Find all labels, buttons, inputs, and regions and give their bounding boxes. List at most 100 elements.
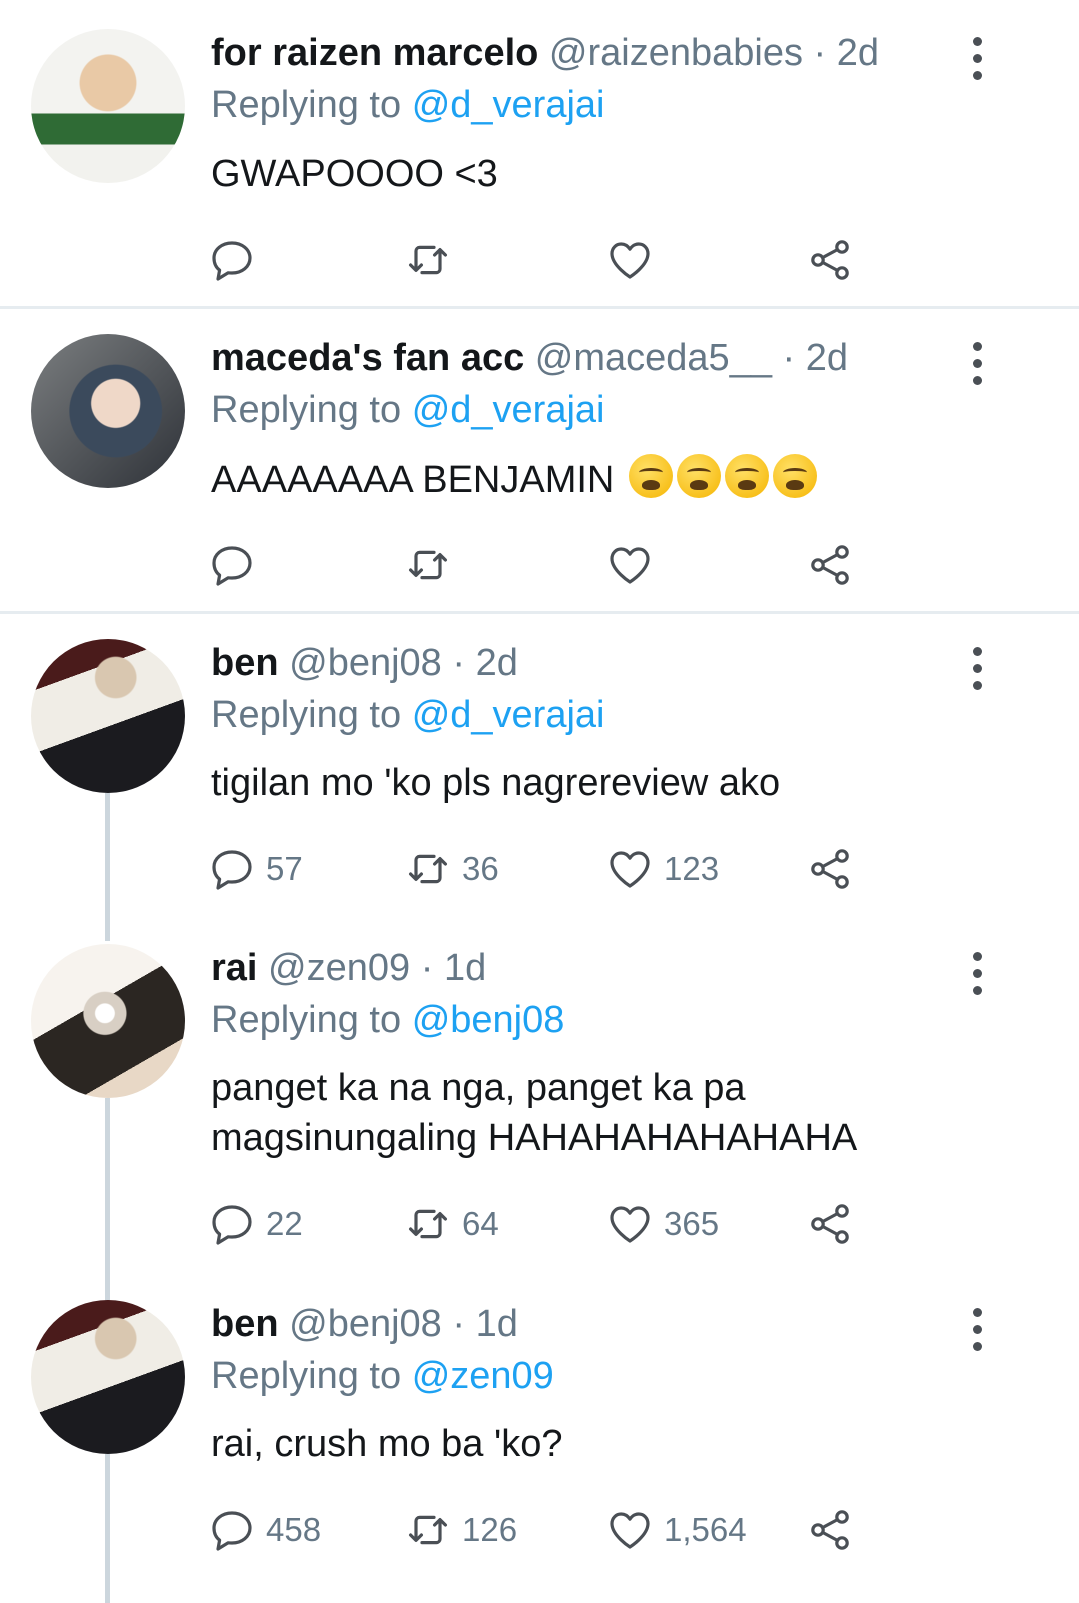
reply-icon <box>212 1205 252 1245</box>
replying-to: Replying to @benj08 <box>211 999 564 1042</box>
timestamp[interactable]: 2d <box>837 32 879 74</box>
replying-to-handle[interactable]: @d_verajai <box>412 84 605 126</box>
share-button[interactable] <box>806 1505 854 1555</box>
separator-dot: · <box>452 1303 466 1345</box>
like-button[interactable]: 365 <box>606 1199 719 1249</box>
reply-icon <box>212 546 252 586</box>
share-icon <box>811 240 849 280</box>
like-button[interactable]: 1,564 <box>606 1505 747 1555</box>
retweet-button[interactable]: 126 <box>404 1505 517 1555</box>
replying-to-label: Replying to <box>211 389 402 431</box>
share-button[interactable] <box>806 844 854 894</box>
like-button[interactable] <box>606 540 664 590</box>
replying-to: Replying to @d_verajai <box>211 84 604 127</box>
replying-to: Replying to @d_verajai <box>211 694 604 737</box>
replying-to-handle[interactable]: @d_verajai <box>412 389 605 431</box>
share-icon <box>811 1204 849 1244</box>
reply-count: 22 <box>266 1205 303 1242</box>
reply-button[interactable]: 458 <box>208 1505 321 1555</box>
tweet[interactable]: rai @zen09 · 1d Replying to @benj08 pang… <box>0 919 1079 1275</box>
timestamp[interactable]: 1d <box>444 947 486 989</box>
avatar[interactable] <box>31 29 185 183</box>
replying-to: Replying to @zen09 <box>211 1355 554 1398</box>
like-count: 365 <box>664 1205 720 1242</box>
retweet-button[interactable]: 64 <box>404 1199 499 1249</box>
display-name[interactable]: ben <box>211 642 279 684</box>
like-button[interactable]: 123 <box>606 844 719 894</box>
tweet-header: maceda's fan acc @maceda5__ · 2d <box>211 337 848 380</box>
timestamp[interactable]: 2d <box>476 642 518 684</box>
tweet[interactable]: maceda's fan acc @maceda5__ · 2d Replyin… <box>0 310 1079 612</box>
reply-icon <box>212 241 252 281</box>
separator-dot: · <box>452 642 466 684</box>
tweet-text: rai, crush mo ba 'ko? <box>211 1423 563 1465</box>
share-button[interactable] <box>806 1199 854 1249</box>
retweet-icon <box>409 1515 447 1545</box>
user-handle[interactable]: @raizenbabies <box>549 32 803 74</box>
retweet-count: 126 <box>462 1511 518 1548</box>
retweet-button[interactable] <box>404 540 462 590</box>
display-name[interactable]: maceda's fan acc <box>211 337 524 379</box>
avatar[interactable] <box>31 1300 185 1454</box>
action-bar: 57 36 123 <box>208 844 908 894</box>
like-count: 123 <box>664 850 720 887</box>
retweet-icon <box>409 550 447 580</box>
share-icon <box>811 849 849 889</box>
display-name[interactable]: rai <box>211 947 257 989</box>
weary-face-emoji <box>628 454 673 498</box>
reply-button[interactable]: 22 <box>208 1199 303 1249</box>
user-handle[interactable]: @benj08 <box>289 642 442 684</box>
heart-icon <box>610 1206 650 1243</box>
reply-icon <box>212 1511 252 1551</box>
action-bar: 22 64 365 <box>208 1199 908 1249</box>
avatar[interactable] <box>31 944 185 1098</box>
timestamp[interactable]: 1d <box>476 1303 518 1345</box>
more-options-icon[interactable] <box>969 37 985 88</box>
more-options-icon[interactable] <box>969 1308 985 1359</box>
replying-to-label: Replying to <box>211 999 402 1041</box>
timestamp[interactable]: 2d <box>806 337 848 379</box>
retweet-button[interactable] <box>404 235 462 285</box>
tweet-header: ben @benj08 · 2d <box>211 642 518 685</box>
retweet-count: 36 <box>462 850 499 887</box>
tweet[interactable]: for raizen marcelo @raizenbabies · 2d Re… <box>0 0 1079 308</box>
like-button[interactable] <box>606 235 664 285</box>
tweet-header: ben @benj08 · 1d <box>211 1303 518 1346</box>
replying-to-handle[interactable]: @benj08 <box>412 999 565 1041</box>
display-name[interactable]: for raizen marcelo <box>211 32 538 74</box>
replying-to: Replying to @d_verajai <box>211 389 604 432</box>
display-name[interactable]: ben <box>211 1303 279 1345</box>
action-bar <box>208 235 908 285</box>
separator-dot: · <box>420 947 434 989</box>
retweet-icon <box>409 245 447 275</box>
replying-to-handle[interactable]: @d_verajai <box>412 694 605 736</box>
user-handle[interactable]: @maceda5__ <box>535 337 772 379</box>
reply-button[interactable] <box>208 235 266 285</box>
avatar[interactable] <box>31 639 185 793</box>
user-handle[interactable]: @benj08 <box>289 1303 442 1345</box>
reply-count: 57 <box>266 850 303 887</box>
avatar[interactable] <box>31 334 185 488</box>
tweet[interactable]: ben @benj08 · 2d Replying to @d_verajai … <box>0 614 1079 919</box>
action-bar: 458 126 1,564 <box>208 1505 908 1555</box>
more-options-icon[interactable] <box>969 952 985 1003</box>
reply-button[interactable] <box>208 540 266 590</box>
retweet-button[interactable]: 36 <box>404 844 499 894</box>
share-button[interactable] <box>806 235 854 285</box>
user-handle[interactable]: @zen09 <box>268 947 410 989</box>
replying-to-label: Replying to <box>211 694 402 736</box>
more-options-icon[interactable] <box>969 342 985 393</box>
tweet-divider <box>0 306 1079 309</box>
heart-icon <box>610 547 650 584</box>
heart-icon <box>610 242 650 279</box>
replying-to-handle[interactable]: @zen09 <box>412 1355 554 1397</box>
reply-button[interactable]: 57 <box>208 844 303 894</box>
replying-to-label: Replying to <box>211 84 402 126</box>
share-icon <box>811 1510 849 1550</box>
separator-dot: · <box>782 337 796 379</box>
action-bar <box>208 540 908 590</box>
share-button[interactable] <box>806 540 854 590</box>
more-options-icon[interactable] <box>969 647 985 698</box>
tweet[interactable]: ben @benj08 · 1d Replying to @zen09 rai,… <box>0 1275 1079 1603</box>
tweet-text: AAAAAAAA BENJAMIN <box>211 459 615 501</box>
